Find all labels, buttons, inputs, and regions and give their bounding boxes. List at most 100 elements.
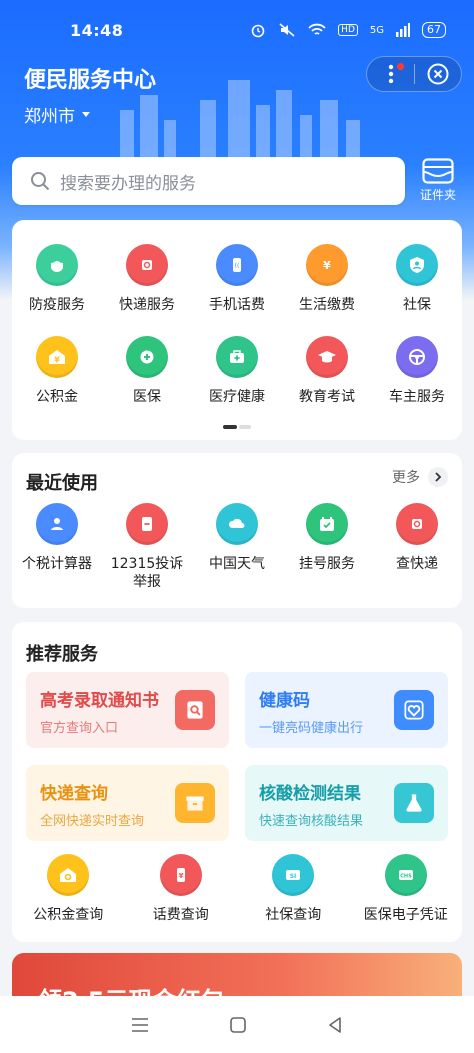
- phone-yuan-icon: ¥: [159, 854, 202, 896]
- service-item[interactable]: ((手机话费: [192, 244, 282, 314]
- status-time: 14:48: [70, 20, 124, 40]
- recommended-card: 推荐服务 高考录取通知书 官方查询入口 健康码 一键亮码健康出行 快递查询 全网快递实时查…: [12, 622, 462, 942]
- promo-card[interactable]: 核酸检测结果 快速查询核酸结果: [245, 765, 448, 841]
- recommended-label: 话费查询: [152, 907, 209, 923]
- recent-item[interactable]: 挂号服务: [282, 503, 372, 591]
- recent-item[interactable]: 中国天气: [192, 503, 282, 591]
- status-bar: 14:48 HD 5G 67: [0, 0, 474, 60]
- parcel-box-icon: [175, 783, 215, 823]
- city-label: 郑州市: [24, 107, 75, 127]
- recent-label: 个税计算器: [22, 556, 92, 572]
- recommended-item[interactable]: 公积金查询: [12, 854, 125, 924]
- search-input[interactable]: 搜索要办理的服务: [12, 157, 405, 205]
- si-card-icon: SI: [272, 854, 315, 896]
- services-card: 防疫服务 快递服务 ((手机话费 ¥ 生活缴费 社保 ¥ 公积金 医保 医疗健康 教育考试 车主服务: [12, 220, 462, 440]
- service-item[interactable]: ¥ 生活缴费: [282, 244, 372, 314]
- more-dots-icon: [388, 64, 393, 84]
- network-label: 5G: [369, 24, 384, 36]
- certificate-folder-button[interactable]: 证件夹: [413, 158, 463, 208]
- recent-more-label: 更多: [392, 470, 420, 486]
- medical-plus-icon: [126, 336, 168, 378]
- signal-icon: [396, 23, 410, 37]
- promo-card[interactable]: 健康码 一键亮码健康出行: [245, 672, 448, 748]
- service-label: 手机话费: [209, 297, 265, 313]
- service-label: 教育考试: [299, 389, 355, 405]
- graduation-cap-icon: [306, 336, 348, 378]
- service-item[interactable]: 医疗健康: [192, 336, 282, 406]
- service-item[interactable]: 防疫服务: [12, 244, 102, 314]
- svg-text:SI: SI: [290, 873, 297, 880]
- service-item[interactable]: 教育考试: [282, 336, 372, 406]
- service-label: 快递服务: [119, 297, 175, 313]
- city-selector[interactable]: 郑州市: [24, 102, 91, 127]
- system-nav-bar: [0, 996, 474, 1053]
- medkit-icon: [216, 336, 258, 378]
- wifi-icon: [308, 23, 326, 35]
- calendar-check-icon: [306, 503, 348, 545]
- recommended-label: 公积金查询: [33, 907, 104, 923]
- home-icon[interactable]: [229, 1016, 247, 1034]
- recent-label: 中国天气: [209, 556, 265, 572]
- page-dot-active: [223, 425, 237, 429]
- back-icon[interactable]: [326, 1016, 344, 1034]
- service-label: 医保: [133, 389, 161, 405]
- close-miniapp-button[interactable]: [415, 56, 461, 92]
- chevron-right-icon: [428, 467, 448, 487]
- close-circle-icon: [427, 63, 449, 85]
- complaint-icon: [126, 503, 168, 545]
- notification-dot: [397, 63, 404, 70]
- wallet-icon: [422, 158, 454, 184]
- steering-wheel-icon: [396, 336, 438, 378]
- service-item[interactable]: 车主服务: [372, 336, 462, 406]
- recommended-item[interactable]: ¥ 话费查询: [125, 854, 238, 924]
- tax-calculator-icon: [36, 503, 78, 545]
- weather-cloud-icon: [216, 503, 258, 545]
- svg-text:CHS: CHS: [400, 874, 412, 880]
- service-label: 公积金: [36, 389, 78, 405]
- service-item[interactable]: 快递服务: [102, 244, 192, 314]
- recent-grid: 个税计算器 12315投诉 举报 中国天气 挂号服务 查快递: [12, 503, 462, 591]
- page-dot: [239, 425, 251, 429]
- yuan-icon: ¥: [306, 244, 348, 286]
- recommended-title: 推荐服务: [26, 644, 98, 665]
- service-label: 车主服务: [389, 389, 445, 405]
- notice-search-icon: [175, 690, 215, 730]
- promo-card[interactable]: 高考录取通知书 官方查询入口: [26, 672, 229, 748]
- search-placeholder: 搜索要办理的服务: [60, 173, 196, 194]
- recent-label: 查快递: [396, 556, 438, 572]
- recommended-item[interactable]: SI 社保查询: [237, 854, 350, 924]
- hd-badge: HD: [338, 24, 358, 36]
- service-item[interactable]: 社保: [372, 244, 462, 314]
- express-icon: [126, 244, 168, 286]
- service-label: 医疗健康: [209, 389, 265, 405]
- recent-label: 挂号服务: [299, 556, 355, 572]
- caret-down-icon: [82, 111, 90, 117]
- search-icon: [31, 172, 50, 191]
- service-label: 社保: [403, 297, 431, 313]
- recent-label: 12315投诉 举报: [110, 556, 184, 590]
- recent-item[interactable]: 个税计算器: [12, 503, 102, 591]
- flask-icon: [394, 783, 434, 823]
- service-label: 生活缴费: [299, 297, 355, 313]
- svg-text:¥: ¥: [178, 872, 183, 880]
- recent-more-button[interactable]: 更多: [392, 467, 448, 487]
- recent-item[interactable]: 12315投诉 举报: [102, 503, 192, 591]
- service-item[interactable]: ¥ 公积金: [12, 336, 102, 406]
- recent-item[interactable]: 查快递: [372, 503, 462, 591]
- svg-text:¥: ¥: [323, 259, 331, 272]
- battery-indicator: 67: [422, 22, 446, 38]
- service-item[interactable]: 医保: [102, 336, 192, 406]
- menu-icon[interactable]: [130, 1017, 150, 1033]
- recent-card: 最近使用 更多 个税计算器 12315投诉 举报 中国天气 挂号服务 查快递: [12, 453, 462, 608]
- promo-card[interactable]: 快递查询 全网快递实时查询: [26, 765, 229, 841]
- alarm-icon: [251, 24, 265, 38]
- house-yuan-icon: ¥: [36, 336, 78, 378]
- recommended-item[interactable]: CHS 医保电子凭证: [350, 854, 463, 924]
- recommended-label: 医保电子凭证: [363, 907, 448, 923]
- chs-card-icon: CHS: [384, 854, 427, 896]
- recent-title: 最近使用: [26, 473, 98, 494]
- house-search-icon: [47, 854, 90, 896]
- svg-text:¥: ¥: [54, 356, 60, 365]
- more-menu-button[interactable]: [367, 56, 414, 92]
- mute-icon: [279, 23, 295, 37]
